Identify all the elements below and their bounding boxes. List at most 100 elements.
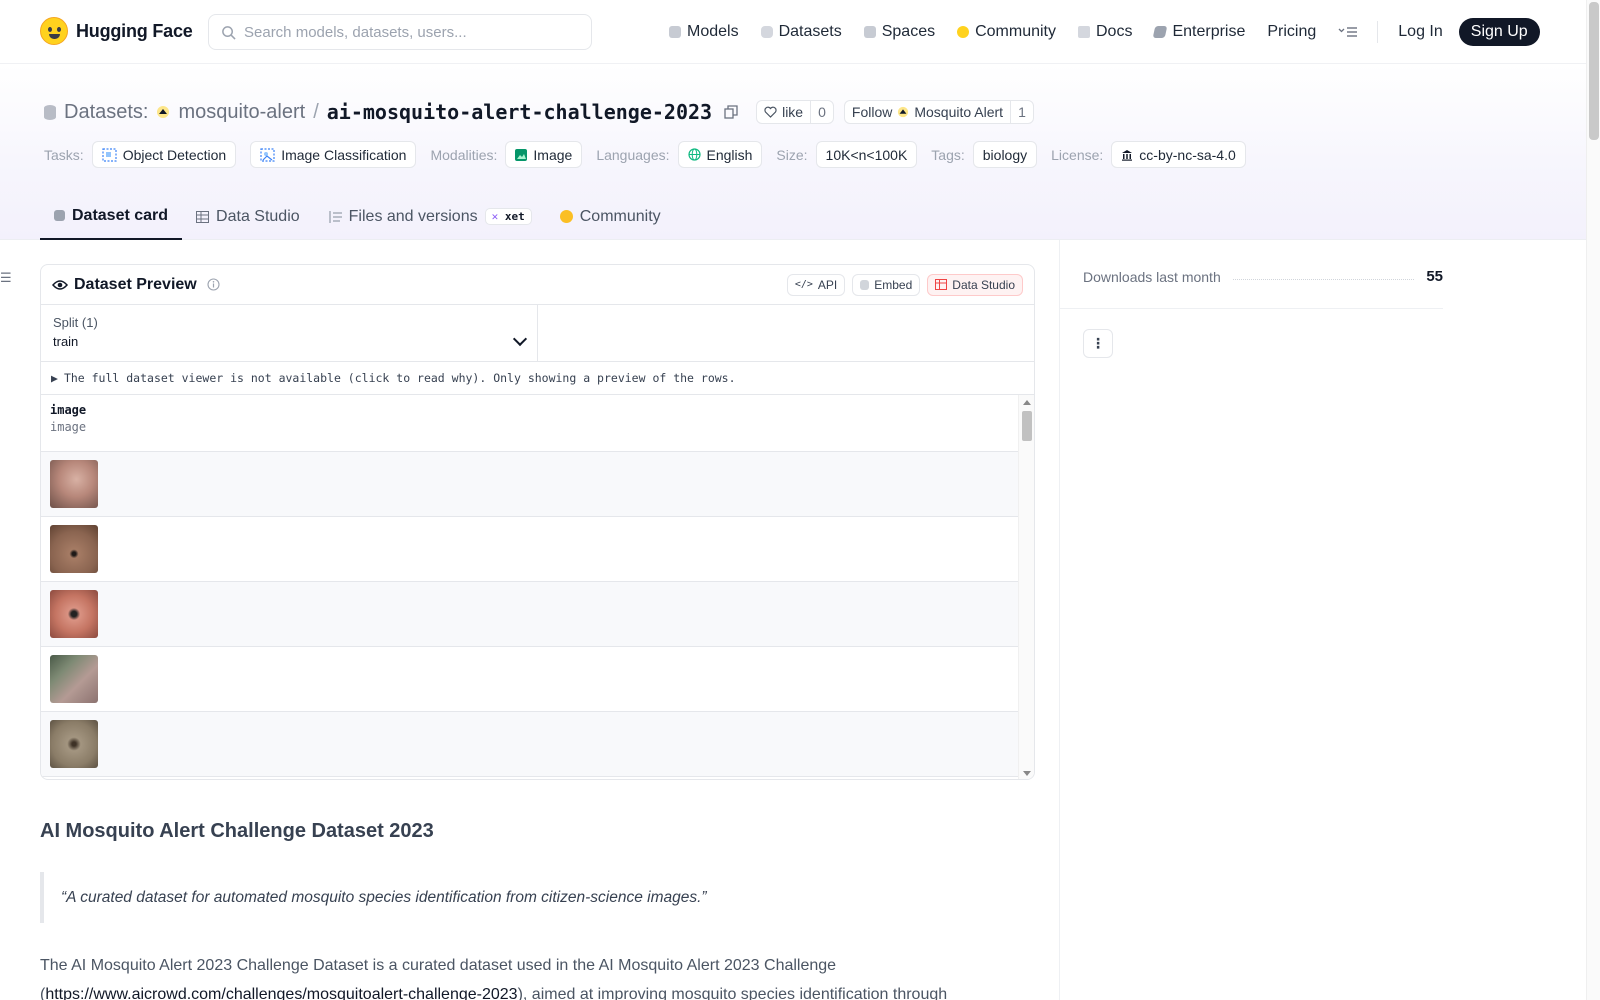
repo-title-row: Datasets: mosquito-alert / ai-mosquito-a…: [44, 100, 1034, 124]
scroll-down-icon[interactable]: [1023, 771, 1031, 776]
api-button[interactable]: </> API: [786, 273, 846, 296]
column-name: image: [50, 403, 87, 417]
embed-label: Embed: [874, 277, 913, 292]
org-avatar-icon: [898, 106, 909, 118]
tag-image-classification[interactable]: Image Classification: [250, 141, 417, 168]
nav-divider: [1377, 21, 1379, 43]
modalities-label: Modalities:: [430, 146, 498, 163]
data-grid: image image: [41, 395, 1034, 779]
follow-button[interactable]: Follow Mosquito Alert 1: [843, 100, 1034, 124]
tab-files-label: Files and versions: [348, 207, 478, 225]
like-count[interactable]: 0: [810, 101, 833, 123]
more-options-button[interactable]: ⋮: [1083, 329, 1113, 358]
like-label: like: [782, 104, 804, 120]
code-icon: </>: [794, 279, 813, 290]
image-modality-icon: [515, 148, 528, 161]
nav-datasets-label: Datasets: [778, 23, 842, 40]
tab-community[interactable]: Community: [546, 193, 675, 240]
image-thumbnail[interactable]: [50, 655, 98, 703]
object-detection-icon: [102, 147, 117, 162]
table-row[interactable]: [41, 582, 1020, 647]
nav-pricing[interactable]: Pricing: [1256, 19, 1327, 45]
nav-enterprise[interactable]: Enterprise: [1143, 19, 1256, 45]
repo-owner-link[interactable]: mosquito-alert: [178, 101, 305, 124]
tags-label: Tags:: [931, 146, 965, 163]
tab-data-studio-label: Data Studio: [216, 207, 300, 225]
copy-icon[interactable]: [724, 105, 738, 119]
search-input[interactable]: [244, 23, 574, 41]
image-thumbnail[interactable]: [50, 525, 98, 573]
table-row[interactable]: [41, 712, 1020, 777]
split-select[interactable]: Split (1) train: [41, 305, 538, 361]
login-link[interactable]: Log In: [1386, 19, 1454, 45]
menu-list-icon: [1338, 27, 1358, 37]
repo-name-link[interactable]: ai-mosquito-alert-challenge-2023: [327, 100, 712, 124]
disclosure-triangle-icon: ▶: [51, 371, 58, 385]
tag-language-english[interactable]: English: [677, 141, 763, 168]
community-face-icon: [957, 26, 970, 38]
quote-text: “A curated dataset for automated mosquit…: [61, 888, 707, 906]
page-scrollbar[interactable]: [1586, 0, 1600, 1000]
tag-size[interactable]: 10K<n<100K: [815, 141, 918, 168]
xet-badge: ✕ xet: [484, 208, 532, 225]
tab-dataset-card[interactable]: Dataset card: [40, 193, 183, 240]
tag-image-classification-label: Image Classification: [281, 146, 407, 163]
xet-badge-label: xet: [504, 210, 525, 223]
tag-object-detection[interactable]: Object Detection: [91, 141, 237, 168]
tab-data-studio[interactable]: Data Studio: [182, 193, 314, 240]
path-separator: /: [313, 100, 319, 123]
scroll-up-icon[interactable]: [1023, 400, 1031, 405]
page-scroll-thumb[interactable]: [1589, 2, 1599, 140]
brand-logo-link[interactable]: Hugging Face: [40, 17, 193, 45]
image-classification-icon: [260, 147, 275, 162]
scroll-thumb[interactable]: [1022, 411, 1032, 441]
dataset-preview-panel: Dataset Preview </> API Embed Data Studi…: [40, 264, 1035, 780]
signup-button[interactable]: Sign Up: [1458, 18, 1540, 46]
tab-files-and-versions[interactable]: Files and versions ✕ xet: [314, 193, 546, 240]
enterprise-icon: [1153, 26, 1168, 38]
follow-label: Follow: [851, 104, 893, 120]
image-thumbnail[interactable]: [50, 460, 98, 508]
main-nav: Models Datasets Spaces Community Docs En…: [658, 18, 1540, 46]
nav-datasets[interactable]: Datasets: [750, 19, 853, 45]
nav-enterprise-label: Enterprise: [1172, 23, 1246, 40]
card-blockquote: “A curated dataset for automated mosquit…: [40, 872, 1035, 923]
image-thumbnail[interactable]: [50, 590, 98, 638]
embed-button[interactable]: Embed: [852, 273, 921, 296]
sidebar-toggle-icon[interactable]: ☰: [0, 270, 12, 286]
nav-models[interactable]: Models: [658, 19, 750, 45]
dataset-icon: [44, 104, 56, 120]
tag-license[interactable]: cc-by-nc-sa-4.0: [1111, 141, 1246, 168]
downloads-label: Downloads last month: [1083, 268, 1221, 285]
nav-docs[interactable]: Docs: [1067, 19, 1143, 45]
nav-community-label: Community: [975, 23, 1056, 40]
like-button[interactable]: like 0: [756, 100, 834, 124]
search-box[interactable]: [208, 14, 592, 50]
nav-spaces[interactable]: Spaces: [853, 19, 946, 45]
table-row[interactable]: [41, 452, 1020, 517]
more-menu-button[interactable]: [1327, 21, 1369, 43]
nav-docs-label: Docs: [1096, 23, 1133, 40]
image-thumbnail[interactable]: [50, 720, 98, 768]
column-header-image[interactable]: image image: [41, 395, 1020, 452]
card-paragraph: The AI Mosquito Alert 2023 Challenge Dat…: [40, 951, 1030, 1000]
table-row[interactable]: [41, 647, 1020, 712]
metadata-tags: Tasks: Object Detection Image Classifica…: [44, 141, 1254, 168]
eye-icon: [52, 279, 68, 290]
cube-icon: [669, 26, 681, 38]
tag-biology[interactable]: biology: [972, 141, 1038, 168]
tag-object-detection-label: Object Detection: [122, 146, 227, 163]
book-icon: [1078, 26, 1090, 38]
preview-title-text: Dataset Preview: [74, 275, 197, 293]
grid-scrollbar[interactable]: [1018, 395, 1034, 779]
info-icon[interactable]: [207, 278, 220, 291]
tag-image-modality[interactable]: Image: [505, 141, 583, 168]
nav-community[interactable]: Community: [946, 19, 1067, 45]
viewer-unavailable-notice[interactable]: ▶ The full dataset viewer is not availab…: [41, 362, 1034, 395]
challenge-link[interactable]: https://www.aicrowd.com/challenges/mosqu…: [45, 986, 517, 1000]
table-row[interactable]: [41, 517, 1020, 582]
follower-count[interactable]: 1: [1010, 101, 1033, 123]
repo-type-label[interactable]: Datasets:: [64, 101, 148, 124]
data-studio-button[interactable]: Data Studio: [927, 273, 1023, 296]
data-studio-label: Data Studio: [952, 277, 1015, 292]
